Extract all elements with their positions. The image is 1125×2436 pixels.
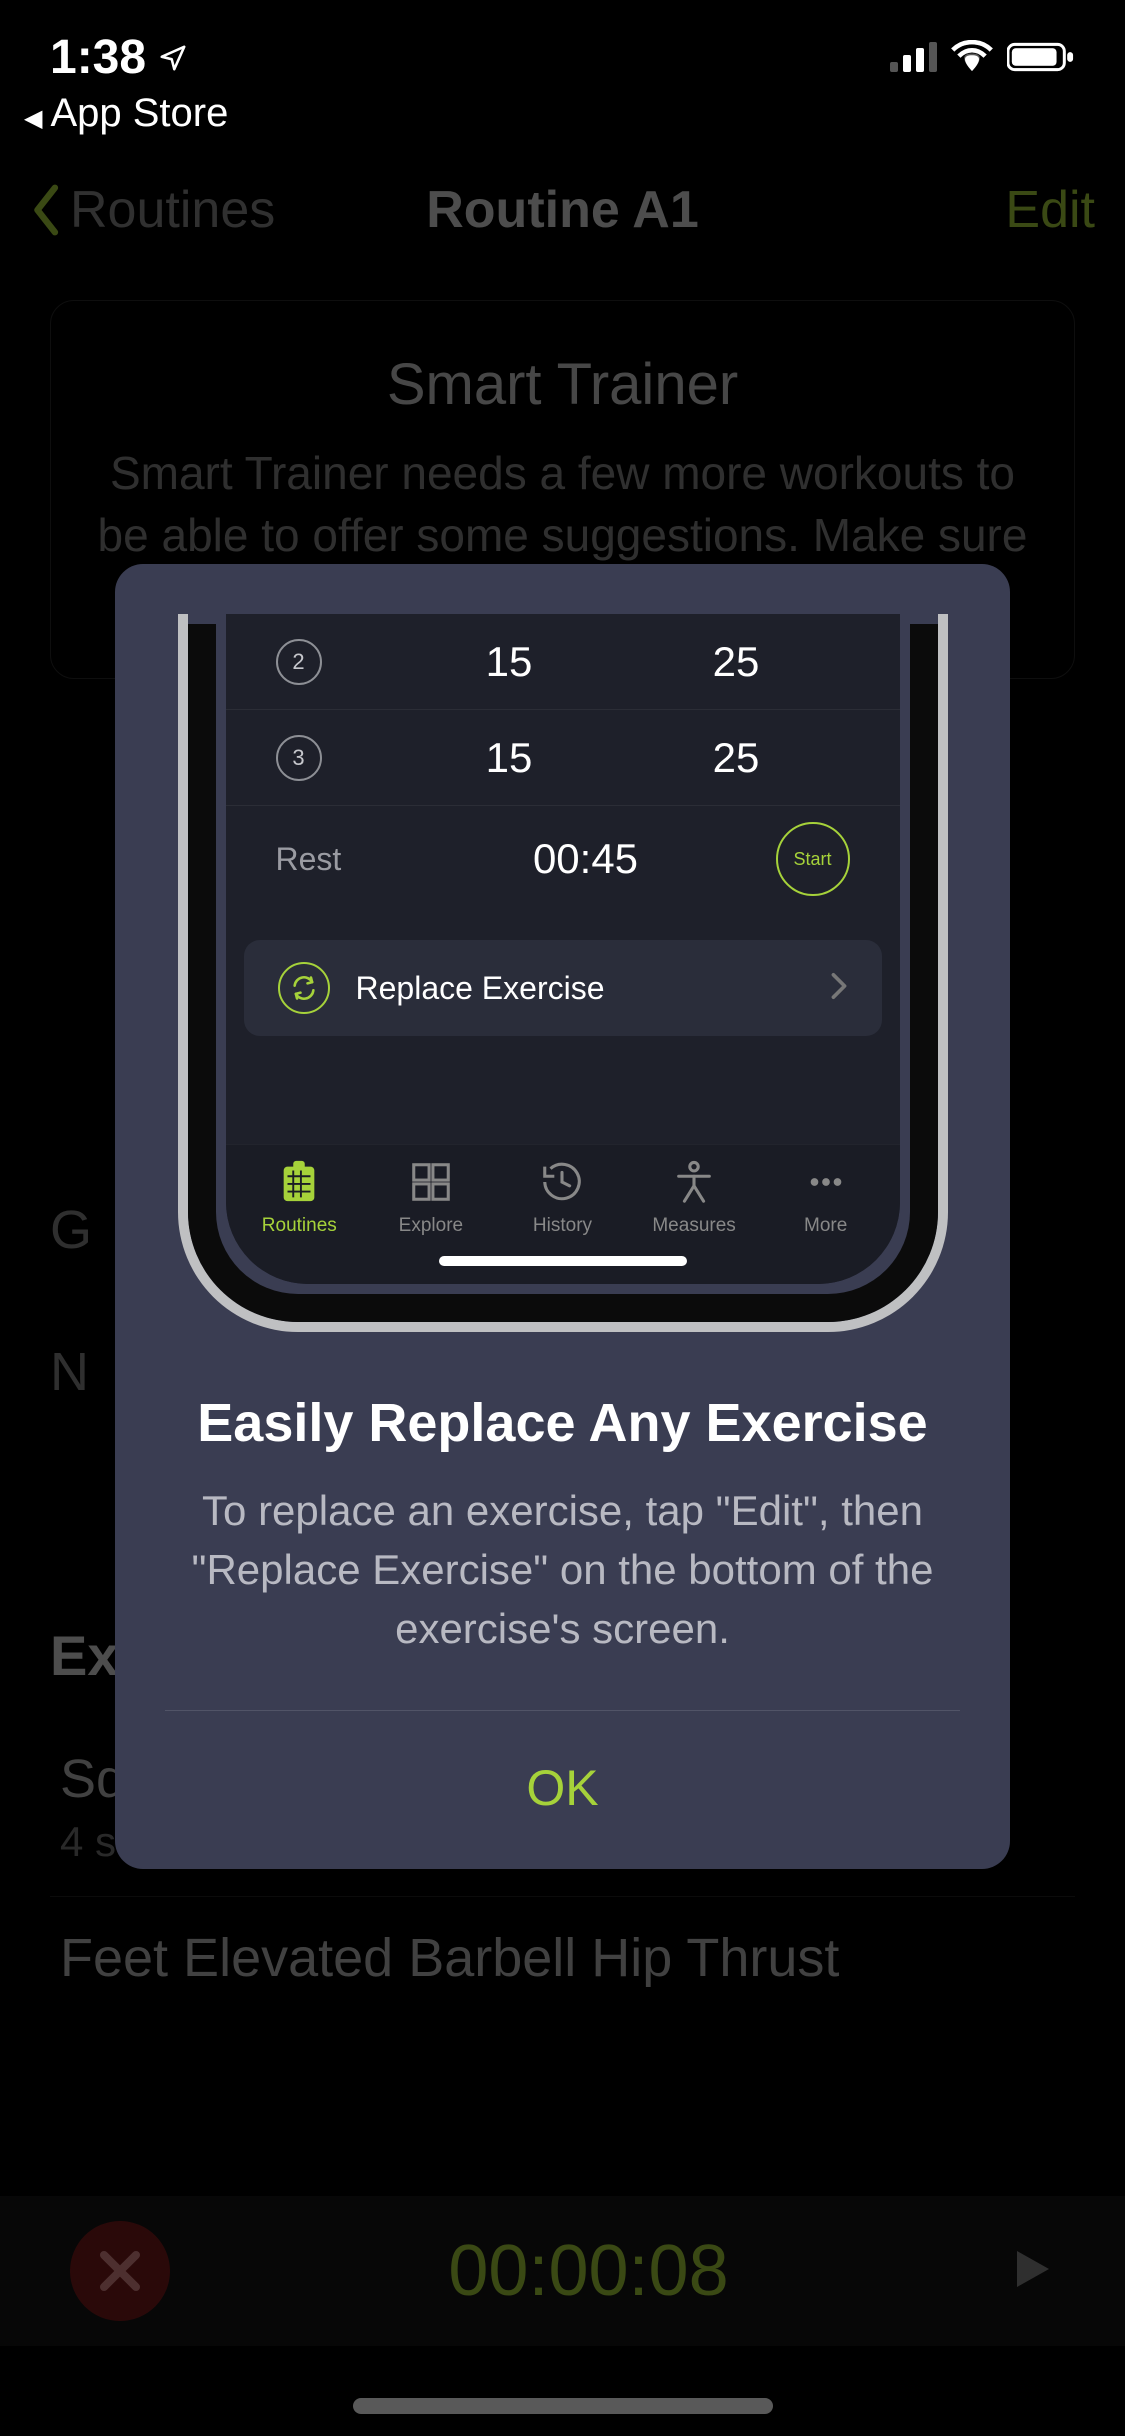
tab-measures[interactable]: Measures	[634, 1159, 754, 1240]
table-row: 2 15 25	[226, 614, 900, 710]
set-reps: 15	[396, 734, 623, 782]
replace-icon	[278, 962, 330, 1014]
grid-icon	[408, 1159, 454, 1205]
caret-left-icon	[24, 91, 42, 136]
clipboard-icon	[276, 1159, 322, 1205]
tab-label: Measures	[652, 1215, 735, 1237]
onboarding-modal: 2 15 25 3 15 25 Rest 00:45 Start	[115, 564, 1010, 1869]
cellular-signal-icon	[890, 42, 937, 72]
tab-label: More	[804, 1215, 847, 1237]
tab-label: Explore	[399, 1215, 463, 1237]
chevron-right-icon	[830, 972, 848, 1005]
location-arrow-icon	[158, 43, 188, 73]
modal-ok-button[interactable]: OK	[115, 1711, 1010, 1869]
more-icon	[803, 1159, 849, 1205]
phone-illustration: 2 15 25 3 15 25 Rest 00:45 Start	[178, 614, 948, 1332]
body-icon	[671, 1159, 717, 1205]
replace-exercise-label: Replace Exercise	[356, 970, 804, 1007]
rest-label: Rest	[276, 841, 396, 878]
rest-time: 00:45	[396, 835, 776, 883]
mini-tabbar: Routines Explore History	[226, 1144, 900, 1284]
tab-label: Routines	[262, 1215, 337, 1237]
start-rest-button[interactable]: Start	[776, 822, 850, 896]
status-return-label: App Store	[50, 91, 228, 136]
tab-history[interactable]: History	[502, 1159, 622, 1240]
tab-routines[interactable]: Routines	[239, 1159, 359, 1240]
status-time-text: 1:38	[50, 30, 146, 85]
table-row: 3 15 25	[226, 710, 900, 806]
set-number-badge: 2	[276, 639, 322, 685]
status-bar-overlay: 1:38 App Store	[0, 30, 1125, 110]
history-icon	[539, 1159, 585, 1205]
set-reps: 15	[396, 638, 623, 686]
modal-title: Easily Replace Any Exercise	[155, 1392, 970, 1454]
status-return-to-app[interactable]: App Store	[24, 91, 228, 136]
modal-body: To replace an exercise, tap "Edit", then…	[169, 1482, 956, 1658]
set-weight: 25	[623, 734, 850, 782]
set-number-badge: 3	[276, 735, 322, 781]
replace-exercise-row[interactable]: Replace Exercise	[244, 940, 882, 1036]
battery-icon	[1007, 41, 1075, 73]
tab-label: History	[533, 1215, 592, 1237]
tab-more[interactable]: More	[766, 1159, 886, 1240]
wifi-icon	[951, 40, 993, 74]
mini-home-indicator	[439, 1256, 687, 1266]
set-weight: 25	[623, 638, 850, 686]
tab-explore[interactable]: Explore	[371, 1159, 491, 1240]
rest-row: Rest 00:45 Start	[226, 806, 900, 912]
